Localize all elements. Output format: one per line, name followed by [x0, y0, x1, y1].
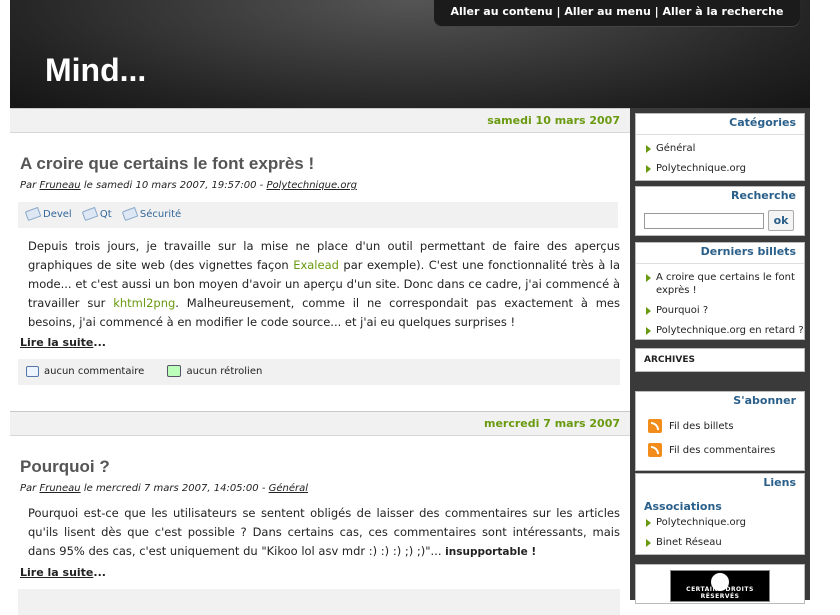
feed-comments-link[interactable]: Fil des commentaires	[636, 440, 804, 464]
comments-label: aucun commentaire	[44, 366, 145, 377]
rss-icon	[648, 419, 662, 433]
post-footer: aucun commentaire aucun rétrolien	[18, 359, 620, 385]
sidebar: Catégories Général Polytechnique.org Rec…	[630, 108, 810, 604]
author-link[interactable]: Fruneau	[39, 483, 80, 494]
read-more: Lire la suite...	[20, 336, 106, 349]
read-more-suffix: ...	[93, 566, 106, 579]
license-box: CERTAINS DROITS RÉSERVÉS	[635, 564, 805, 604]
search-box: Recherche ok	[635, 186, 805, 236]
skip-to-content-link[interactable]: Aller au contenu	[451, 5, 553, 18]
archives-label: ARCHIVES	[644, 355, 695, 365]
post-title[interactable]: A croire que certains le font exprès !	[20, 154, 314, 174]
search-input[interactable]	[644, 213, 764, 229]
post-date-header: samedi 10 mars 2007	[10, 108, 630, 133]
tag-qt[interactable]: Qt	[81, 202, 112, 228]
feed-label: Fil des billets	[669, 421, 734, 432]
info-date: le samedi 10 mars 2007, 19:57:00 -	[83, 180, 264, 191]
tag-icon	[81, 206, 99, 222]
post-info: Par Fruneau le samedi 10 mars 2007, 19:5…	[20, 180, 357, 191]
link-item-binet-reseau[interactable]: Binet Réseau	[644, 536, 804, 549]
skip-links: Aller au contenu | Aller au menu | Aller…	[434, 0, 800, 27]
search-button[interactable]: ok	[768, 210, 794, 231]
main-content: samedi 10 mars 2007 A croire que certain…	[10, 108, 630, 615]
post-title[interactable]: Pourquoi ?	[20, 457, 110, 477]
post-excerpt: Pourquoi est-ce que les utilisateurs se …	[28, 504, 620, 562]
cc-label: CERTAINS DROITS RÉSERVÉS	[686, 586, 754, 600]
info-prefix: Par	[20, 483, 37, 494]
read-more-suffix: ...	[93, 336, 106, 349]
tag-label: Sécurité	[139, 209, 182, 220]
site-title[interactable]: Mind...	[45, 52, 146, 89]
category-link[interactable]: Général	[269, 483, 308, 494]
skip-to-menu-link[interactable]: Aller au menu	[564, 5, 650, 18]
latest-posts-title: Derniers billets	[636, 243, 804, 264]
latest-post-item[interactable]: A croire que certains le font exprès !	[644, 271, 804, 297]
trackbacks-link[interactable]: aucun rétrolien	[167, 359, 262, 385]
tag-icon	[121, 206, 139, 222]
tag-icon	[24, 206, 42, 222]
links-box: Liens Associations Polytechnique.org Bin…	[635, 473, 805, 555]
trackbacks-label: aucun rétrolien	[186, 366, 263, 377]
links-group-title: Associations	[644, 500, 722, 513]
read-more-link[interactable]: Lire la suite	[20, 566, 93, 579]
category-item-polytechnique[interactable]: Polytechnique.org	[644, 162, 804, 175]
tag-securite[interactable]: Sécurité	[121, 202, 182, 228]
latest-posts-box: Derniers billets A croire que certains l…	[635, 242, 805, 340]
author-link[interactable]: Fruneau	[39, 180, 80, 191]
comments-link[interactable]: aucun commentaire	[26, 359, 144, 385]
excerpt-strong: insupportable !	[445, 546, 537, 558]
link-item-polytechnique[interactable]: Polytechnique.org	[644, 516, 804, 529]
links-title: Liens	[763, 476, 796, 489]
skip-to-search-link[interactable]: Aller à la recherche	[663, 5, 784, 18]
trackback-icon	[167, 365, 182, 377]
feed-posts-link[interactable]: Fil des billets	[636, 416, 804, 440]
rss-icon	[648, 443, 662, 457]
post-footer	[18, 589, 620, 615]
khtml2png-link[interactable]: khtml2png	[113, 296, 175, 310]
latest-post-item[interactable]: Pourquoi ?	[644, 304, 804, 317]
categories-title: Catégories	[636, 114, 804, 135]
post-date-header: mercredi 7 mars 2007	[10, 411, 630, 436]
info-date: le mercredi 7 mars 2007, 14:05:00 -	[83, 483, 266, 494]
latest-post-item[interactable]: Polytechnique.org en retard ?	[644, 324, 804, 337]
category-item-general[interactable]: Général	[644, 142, 804, 155]
post-tags: Devel Qt Sécurité	[18, 202, 618, 228]
search-title: Recherche	[731, 189, 796, 202]
comment-icon	[26, 365, 39, 377]
tag-label: Devel	[43, 209, 72, 220]
feed-label: Fil des commentaires	[669, 445, 776, 456]
post-excerpt: Depuis trois jours, je travaille sur la …	[28, 237, 620, 332]
tag-devel[interactable]: Devel	[24, 202, 72, 228]
read-more-link[interactable]: Lire la suite	[20, 336, 93, 349]
exalead-link[interactable]: Exalead	[293, 258, 339, 272]
site-header: Aller au contenu | Aller au menu | Aller…	[10, 0, 810, 108]
subscribe-title: S'abonner	[733, 394, 796, 407]
archives-box[interactable]: ARCHIVES	[635, 348, 805, 372]
post-info: Par Fruneau le mercredi 7 mars 2007, 14:…	[20, 483, 308, 494]
tag-label: Qt	[99, 209, 112, 220]
categories-box: Catégories Général Polytechnique.org	[635, 113, 805, 181]
info-prefix: Par	[20, 180, 37, 191]
category-link[interactable]: Polytechnique.org	[266, 180, 356, 191]
read-more: Lire la suite...	[20, 566, 106, 579]
creative-commons-badge[interactable]: CERTAINS DROITS RÉSERVÉS	[670, 570, 770, 602]
separator: |	[654, 5, 663, 18]
subscribe-box: S'abonner Fil des billets Fil des commen…	[635, 391, 805, 471]
